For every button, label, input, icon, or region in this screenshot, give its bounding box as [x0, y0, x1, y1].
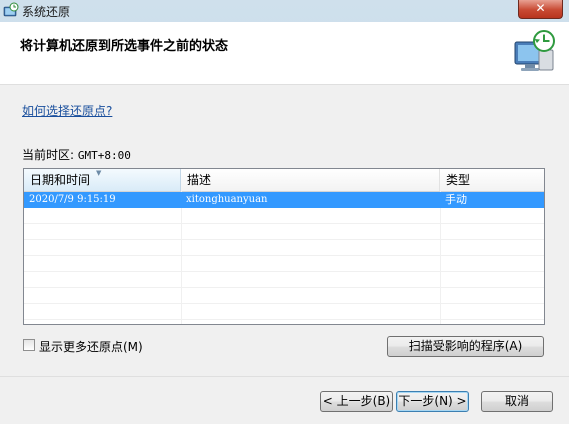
sort-arrow-icon: ▼	[96, 169, 102, 177]
column-header-datetime[interactable]: ▼ 日期和时间	[24, 169, 181, 191]
page-title: 将计算机还原到所选事件之前的状态	[20, 39, 229, 54]
row-divider	[24, 287, 544, 288]
row-type: 手动	[445, 193, 467, 206]
table-row[interactable]: 2020/7/9 9:15:19 xitonghuanyuan 手动	[24, 192, 544, 208]
close-button[interactable]: ✕	[518, 0, 563, 19]
row-description: xitonghuanyuan	[186, 194, 268, 205]
column-divider	[440, 191, 441, 324]
back-button[interactable]: < 上一步(B)	[320, 391, 393, 412]
row-divider	[24, 239, 544, 240]
window-title: 系统还原	[22, 5, 71, 19]
close-icon: ✕	[535, 1, 546, 15]
system-restore-app-icon	[3, 2, 19, 17]
timezone-info: 当前时区: GMT+8:00	[22, 146, 131, 163]
column-header-type[interactable]: 类型	[440, 169, 544, 191]
header-band: 将计算机还原到所选事件之前的状态	[0, 22, 569, 85]
scan-affected-programs-button[interactable]: 扫描受影响的程序(A)	[387, 336, 544, 357]
restore-points-table[interactable]: ▼ 日期和时间 描述 类型 2020/7/9 9:15:19 xitonghua…	[23, 168, 545, 325]
cancel-button[interactable]: 取消	[481, 391, 553, 412]
footer-divider	[0, 376, 569, 377]
system-restore-window: 系统还原 ✕ 将计算机还原到所选事件之前的状态 如何选择还原点? 当前时区: G…	[0, 0, 569, 424]
row-divider	[24, 303, 544, 304]
help-link-choose-restore-point[interactable]: 如何选择还原点?	[22, 102, 112, 119]
row-divider	[24, 255, 544, 256]
title-bar[interactable]: 系统还原 ✕	[0, 0, 569, 22]
column-divider	[181, 191, 182, 324]
timezone-label: 当前时区:	[22, 148, 75, 162]
system-restore-icon	[514, 30, 555, 71]
row-divider	[24, 319, 544, 320]
row-divider	[24, 271, 544, 272]
show-more-checkbox[interactable]	[23, 339, 35, 351]
timezone-value: GMT+8:00	[77, 149, 131, 162]
row-divider	[24, 223, 544, 224]
row-datetime: 2020/7/9 9:15:19	[29, 194, 116, 205]
column-header-description[interactable]: 描述	[181, 169, 440, 191]
dialog-body: 将计算机还原到所选事件之前的状态 如何选择还原点? 当前时区: GMT+8:00…	[0, 22, 569, 424]
table-header: ▼ 日期和时间 描述 类型	[24, 169, 544, 192]
show-more-label: 显示更多还原点(M)	[39, 340, 143, 354]
next-button[interactable]: 下一步(N) >	[396, 391, 469, 412]
